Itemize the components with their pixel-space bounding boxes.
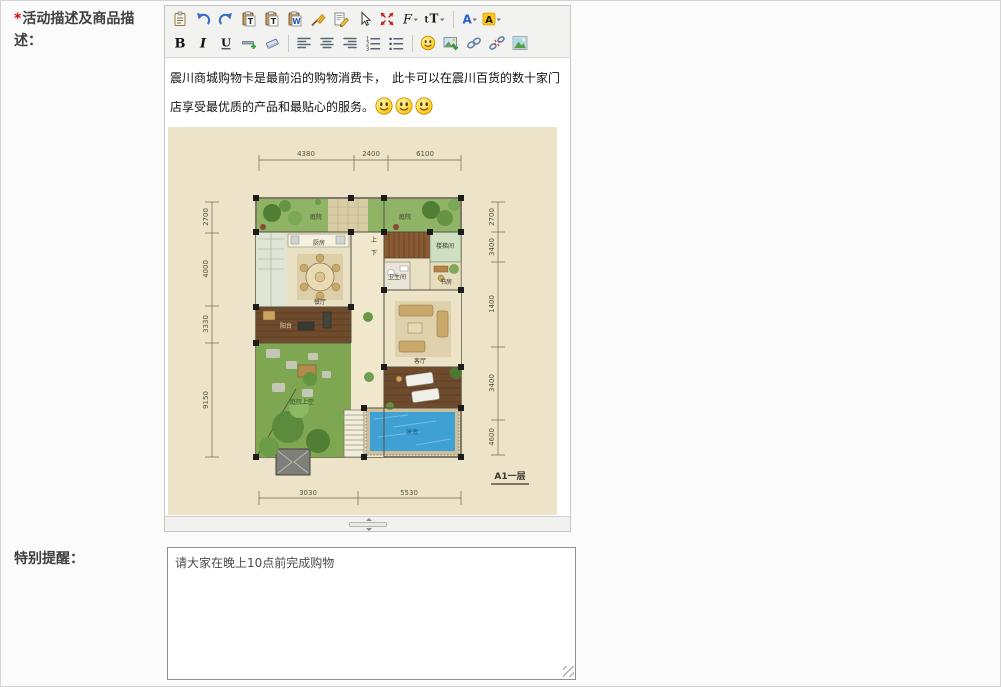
redo-icon[interactable] <box>215 8 237 30</box>
paste-from-word-icon[interactable]: W <box>284 8 306 30</box>
editor-paragraph: 震川商城购物卡是最前沿的购物消费卡， 此卡可以在震川百货的数十家门店享受最优质的… <box>165 64 562 122</box>
svg-text:厨房: 厨房 <box>313 239 325 247</box>
svg-text:3330: 3330 <box>202 315 210 333</box>
paste-icon[interactable]: T <box>238 8 260 30</box>
svg-text:T: T <box>430 12 439 26</box>
svg-text:A: A <box>485 15 493 26</box>
svg-text:3400: 3400 <box>488 238 496 256</box>
svg-text:庭院: 庭院 <box>310 213 322 221</box>
svg-text:T: T <box>248 17 254 26</box>
text-color-icon[interactable]: A <box>458 8 480 30</box>
editor-toolbar: T T W <box>165 6 570 58</box>
svg-text:卫生间: 卫生间 <box>388 273 406 281</box>
svg-text:I: I <box>199 37 207 52</box>
align-center-icon[interactable] <box>316 32 338 54</box>
svg-text:4600: 4600 <box>488 428 496 446</box>
editor-content-area[interactable]: 震川商城购物卡是最前沿的购物消费卡， 此卡可以在震川百货的数十家门店享受最优质的… <box>165 58 570 516</box>
svg-text:B: B <box>175 37 186 52</box>
link-icon[interactable] <box>463 32 485 54</box>
svg-text:T: T <box>271 17 277 26</box>
remove-format-icon[interactable] <box>261 32 283 54</box>
quick-typeset-icon[interactable] <box>330 8 352 30</box>
svg-text:泳池: 泳池 <box>406 428 418 436</box>
insert-image-icon[interactable] <box>440 32 462 54</box>
toolbar-row-2: B I U <box>169 31 567 55</box>
reminder-textarea-wrap: 请大家在晚上10点前完成购物 <box>167 547 576 680</box>
editor-text: 震川商城购物卡是最前沿的购物消费卡， 此卡可以在震川百货的数十家门店享受最优质的… <box>170 71 560 114</box>
svg-text:3400: 3400 <box>488 374 496 392</box>
floorplan-floor-tag: A1一层 <box>494 471 525 482</box>
fullscreen-icon[interactable] <box>376 8 398 30</box>
select-all-icon[interactable] <box>353 8 375 30</box>
required-asterisk: * <box>14 11 21 27</box>
description-label-text: 活动描述及商品描述： <box>14 11 134 49</box>
insert-media-icon[interactable] <box>509 32 531 54</box>
underline-icon[interactable]: U <box>215 32 237 54</box>
svg-text:1400: 1400 <box>488 295 496 313</box>
svg-text:餐厅: 餐厅 <box>314 298 326 306</box>
smiley-emoticon <box>415 97 433 115</box>
align-right-icon[interactable] <box>339 32 361 54</box>
undo-icon[interactable] <box>192 8 214 30</box>
svg-text:楼梯间: 楼梯间 <box>436 242 454 250</box>
svg-text:9150: 9150 <box>202 391 210 409</box>
svg-text:3: 3 <box>366 47 369 52</box>
reminder-textarea[interactable]: 请大家在晚上10点前完成购物 <box>167 547 576 680</box>
smiley-emoticon <box>395 97 413 115</box>
description-field-label: *活动描述及商品描述： <box>14 8 146 52</box>
insert-hr-icon[interactable] <box>238 32 260 54</box>
ordered-list-icon[interactable]: 1 2 3 <box>362 32 384 54</box>
svg-text:客厅: 客厅 <box>414 357 426 365</box>
svg-text:2700: 2700 <box>488 208 496 226</box>
toolbar-row-1: T T W <box>169 7 567 31</box>
smiley-emoticon <box>375 97 393 115</box>
reminder-label-text: 特别提醒： <box>14 551 84 567</box>
svg-text:A: A <box>463 13 473 27</box>
svg-text:5530: 5530 <box>400 489 418 497</box>
svg-text:4000: 4000 <box>202 260 210 278</box>
format-brush-icon[interactable] <box>307 8 329 30</box>
svg-text:庭院上空: 庭院上空 <box>290 398 314 406</box>
svg-text:下: 下 <box>371 250 377 257</box>
toolbar-divider <box>412 35 413 52</box>
svg-text:U: U <box>221 36 231 50</box>
unlink-icon[interactable] <box>486 32 508 54</box>
svg-text:阳台: 阳台 <box>280 322 292 330</box>
svg-text:2700: 2700 <box>202 208 210 226</box>
svg-text:4380: 4380 <box>297 150 315 158</box>
svg-text:庭院: 庭院 <box>399 213 411 221</box>
svg-text:F: F <box>402 13 413 28</box>
italic-icon[interactable]: I <box>192 32 214 54</box>
editor-statusbar <box>165 516 570 531</box>
editor-resize-grip[interactable] <box>349 522 387 527</box>
svg-text:3030: 3030 <box>299 489 317 497</box>
svg-text:2400: 2400 <box>362 150 380 158</box>
reminder-field-label: 特别提醒： <box>14 548 84 570</box>
unordered-list-icon[interactable] <box>385 32 407 54</box>
svg-text:W: W <box>292 17 301 26</box>
source-icon[interactable] <box>169 8 191 30</box>
font-size-icon[interactable]: t T <box>422 8 448 30</box>
font-family-icon[interactable]: F <box>399 8 421 30</box>
emoticons-icon[interactable] <box>417 32 439 54</box>
rich-text-editor: T T W <box>164 5 571 532</box>
svg-text:6100: 6100 <box>416 150 434 158</box>
svg-text:书房: 书房 <box>440 278 452 286</box>
paste-as-text-icon[interactable]: T <box>261 8 283 30</box>
floorplan-image[interactable]: 4380 2400 6100 2700 4000 3330 9150 2700 … <box>168 127 557 515</box>
form-page: *活动描述及商品描述： <box>0 0 1001 687</box>
align-left-icon[interactable] <box>293 32 315 54</box>
highlight-color-icon[interactable]: A <box>481 8 503 30</box>
bold-icon[interactable]: B <box>169 32 191 54</box>
svg-text:上: 上 <box>371 236 377 244</box>
toolbar-divider <box>453 11 454 28</box>
toolbar-divider <box>288 35 289 52</box>
